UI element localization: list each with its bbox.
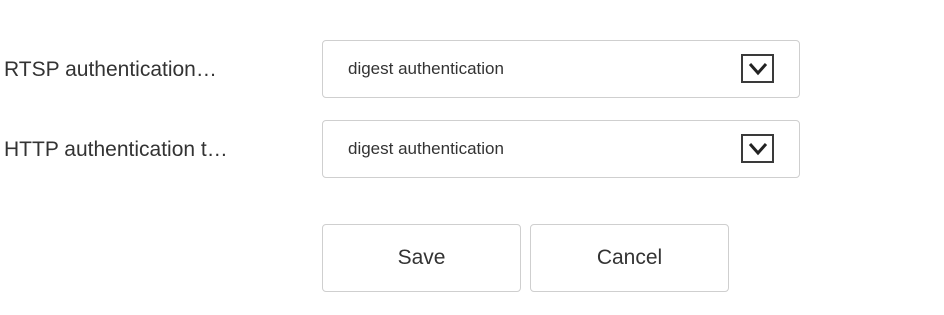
rtsp-auth-row: RTSP authentication… digest authenticati… bbox=[0, 40, 944, 100]
http-auth-select[interactable]: digest authentication bbox=[322, 120, 800, 178]
rtsp-auth-selected-value: digest authentication bbox=[348, 59, 504, 78]
rtsp-auth-label: RTSP authentication… bbox=[4, 58, 217, 81]
rtsp-auth-select[interactable]: digest authentication bbox=[322, 40, 800, 98]
chevron-down-icon[interactable] bbox=[741, 54, 774, 83]
http-auth-selected-value: digest authentication bbox=[348, 139, 504, 158]
chevron-down-icon[interactable] bbox=[741, 134, 774, 163]
save-button[interactable]: Save bbox=[322, 224, 521, 292]
http-auth-row: HTTP authentication t… digest authentica… bbox=[0, 120, 944, 180]
cancel-button[interactable]: Cancel bbox=[530, 224, 729, 292]
http-auth-label: HTTP authentication t… bbox=[4, 138, 228, 161]
